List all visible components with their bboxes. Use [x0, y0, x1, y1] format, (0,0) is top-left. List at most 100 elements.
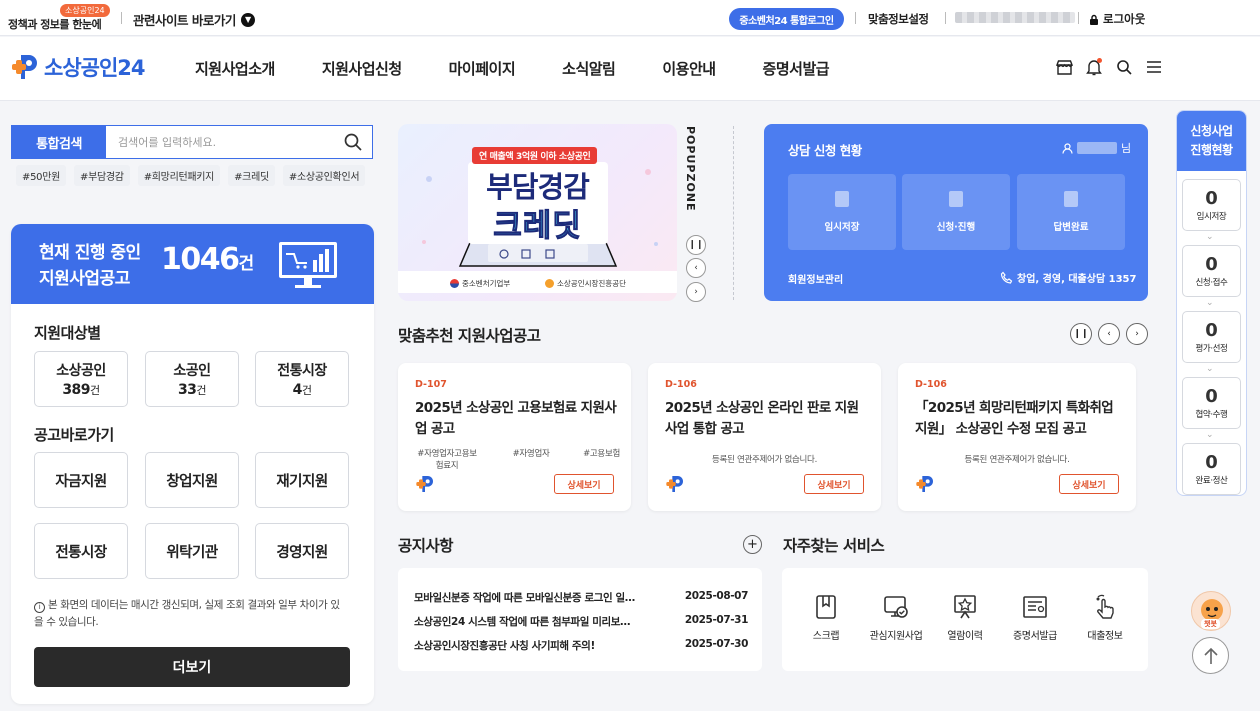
info-icon: i [34, 602, 45, 613]
arrow-up-icon [1203, 647, 1218, 664]
ongoing-line2: 지원사업공고 [39, 269, 130, 289]
notice-item[interactable]: 소상공인시장진흥공단 사칭 사기피해 주의! 2025-07-30 [414, 638, 748, 653]
notices-more-icon[interactable]: + [743, 535, 762, 554]
chevron-down-icon: ⌄ [1206, 430, 1214, 440]
ongoing-line1: 현재 진행 중인 [39, 243, 141, 263]
integrated-login-button[interactable]: 중소벤처24 통합로그인 [729, 8, 844, 30]
lock-icon [1090, 14, 1098, 25]
detail-button[interactable]: 상세보기 [804, 474, 864, 494]
chevron-down-icon: ▼ [240, 12, 255, 27]
search-tab[interactable]: 통합검색 [12, 126, 106, 158]
recommend-title: 맞춤추천 지원사업공고 [398, 327, 541, 345]
nav-item-news[interactable]: 소식알림 [562, 58, 616, 79]
search-button[interactable] [334, 126, 372, 158]
shortcut-startup[interactable]: 창업지원 [145, 452, 239, 508]
divider [733, 126, 734, 300]
search-tag[interactable]: #소상공인확인서 [282, 165, 366, 186]
recommend-next-button[interactable]: › [1126, 323, 1148, 345]
target-small-manufacturer[interactable]: 소공인 33건 [145, 351, 239, 407]
service-interest[interactable]: 관심지원사업 [861, 594, 931, 642]
consult-answered[interactable]: 답변완료 [1017, 174, 1125, 250]
banner-pause-button[interactable]: ❙❙ [686, 235, 706, 255]
rail-step-complete[interactable]: 0 완료·정산 [1182, 443, 1241, 495]
recommend-pause-button[interactable]: ❙❙ [1070, 323, 1092, 345]
more-button[interactable]: 더보기 [34, 647, 350, 687]
search-tag[interactable]: #크레딧 [228, 165, 275, 186]
popup-banner[interactable]: 연 매출액 3억원 이하 소상공인 부담경감 크레딧 중소벤처기업부 소상공인시… [398, 124, 677, 301]
search-tag[interactable]: #부담경감 [74, 165, 130, 186]
nav-item-mypage[interactable]: 마이페이지 [449, 58, 516, 79]
logo-text: 소상공인24 [44, 56, 146, 80]
recommend-card-title: 2025년 소상공인 고용보험료 지원사업 공고 [415, 400, 617, 437]
search-tag[interactable]: #50만원 [16, 165, 67, 186]
detail-button[interactable]: 상세보기 [1059, 474, 1119, 494]
nav-item-program-apply[interactable]: 지원사업신청 [322, 58, 402, 79]
application-progress-rail: 신청사업 진행현황 0 임시저장 ⌄ 0 신청·접수 ⌄ 0 평가·선정 ⌄ 0 협약·수… [1176, 110, 1247, 496]
search-tag[interactable]: #희망리턴패키지 [137, 165, 221, 186]
search-input[interactable] [106, 126, 334, 158]
shortcut-market[interactable]: 전통시장 [34, 523, 128, 579]
bell-icon[interactable] [1085, 58, 1103, 76]
star-board-icon [954, 595, 976, 619]
service-history[interactable]: 열람이력 [930, 594, 1000, 642]
nav-item-program-intro[interactable]: 지원사업소개 [195, 58, 275, 79]
targets-title: 지원대상별 [34, 324, 101, 342]
service-scrap[interactable]: 스크랩 [791, 594, 861, 642]
consult-user: 님 [1062, 140, 1131, 156]
chevron-down-icon: ⌄ [1206, 298, 1214, 308]
hamburger-menu-icon[interactable] [1145, 58, 1163, 76]
shortcut-restart[interactable]: 재기지원 [255, 452, 349, 508]
chatbot-mascot-button[interactable]: 챗봇 [1191, 591, 1231, 631]
search-icon[interactable] [1115, 58, 1133, 76]
divider [1078, 12, 1079, 24]
consult-phone[interactable]: 창업, 경영, 대출상담 1357 [1000, 270, 1136, 285]
nav-item-certificate[interactable]: 증명서발급 [763, 58, 830, 79]
target-small-business[interactable]: 소상공인 389건 [34, 351, 128, 407]
member-info-link[interactable]: 회원정보관리 [788, 271, 843, 286]
rail-step-temp[interactable]: 0 임시저장 [1182, 179, 1241, 231]
target-traditional-market[interactable]: 전통시장 4건 [255, 351, 349, 407]
recommend-card[interactable]: D-107 2025년 소상공인 고용보험료 지원사업 공고 #자영업자고용보험… [398, 363, 631, 511]
user-icon [1062, 142, 1073, 154]
notice-item[interactable]: 모바일신분증 작업에 따른 모바일신분증 로그인 일… 2025-08-07 [414, 590, 748, 605]
banner-org-2: 소상공인시장진흥공단 [545, 278, 626, 289]
dday-badge: D-106 [915, 379, 947, 390]
custom-settings-link[interactable]: 맞춤정보설정 [868, 11, 929, 27]
banner-next-button[interactable]: › [686, 282, 706, 302]
recommend-prev-button[interactable]: ‹ [1098, 323, 1120, 345]
site-logo[interactable]: 소상공인24 [10, 52, 146, 82]
detail-button[interactable]: 상세보기 [554, 474, 614, 494]
header-icons [1055, 58, 1163, 76]
banner-org-1: 중소벤처기업부 [450, 278, 510, 289]
logo-mark-icon [916, 476, 933, 492]
shortcut-management[interactable]: 경영지원 [255, 523, 349, 579]
service-certificate[interactable]: 증명서발급 [1000, 594, 1070, 642]
document-icon [1023, 596, 1047, 618]
chatbot-label: 챗봇 [1201, 619, 1220, 629]
consult-in-progress[interactable]: 신청·진행 [902, 174, 1010, 250]
hand-pointer-icon [1096, 594, 1114, 619]
scroll-to-top-button[interactable] [1192, 637, 1229, 674]
related-sites-dropdown[interactable]: 관련사이트 바로가기 ▼ [133, 10, 255, 29]
search-tags: #50만원 #부담경감 #희망리턴패키지 #크레딧 #소상공인확인서 [16, 165, 371, 186]
recommend-card[interactable]: D-106 2025년 소상공인 온라인 판로 지원사업 통합 공고 등록된 연… [648, 363, 881, 511]
rail-step-review[interactable]: 0 평가·선정 [1182, 311, 1241, 363]
consult-title: 상담 신청 현황 [788, 143, 862, 158]
store-icon[interactable] [1055, 58, 1073, 76]
related-sites-label: 관련사이트 바로가기 [133, 13, 236, 28]
ongoing-header[interactable]: 현재 진행 중인 지원사업공고 1046건 [11, 224, 374, 304]
service-loan[interactable]: 대출정보 [1070, 594, 1140, 642]
banner-prev-button[interactable]: ‹ [686, 258, 706, 278]
rail-header: 신청사업 진행현황 [1177, 111, 1246, 171]
shortcut-funding[interactable]: 자금지원 [34, 452, 128, 508]
rail-step-apply[interactable]: 0 신청·접수 [1182, 245, 1241, 297]
shortcut-agency[interactable]: 위탁기관 [145, 523, 239, 579]
rail-step-agreement[interactable]: 0 협약·수행 [1182, 377, 1241, 429]
notice-item[interactable]: 소상공인24 시스템 작업에 따른 첨부파일 미리보… 2025-07-31 [414, 614, 748, 629]
monitor-check-icon [884, 596, 908, 618]
recommend-card[interactable]: D-106 「2025년 희망리턴패키지 특화취업지원」 소상공인 수정 모집 … [898, 363, 1136, 511]
logout-link[interactable]: 로그아웃 [1089, 11, 1145, 27]
consult-temp-saved[interactable]: 임시저장 [788, 174, 896, 250]
divider [945, 12, 946, 24]
nav-item-guide[interactable]: 이용안내 [662, 58, 716, 79]
